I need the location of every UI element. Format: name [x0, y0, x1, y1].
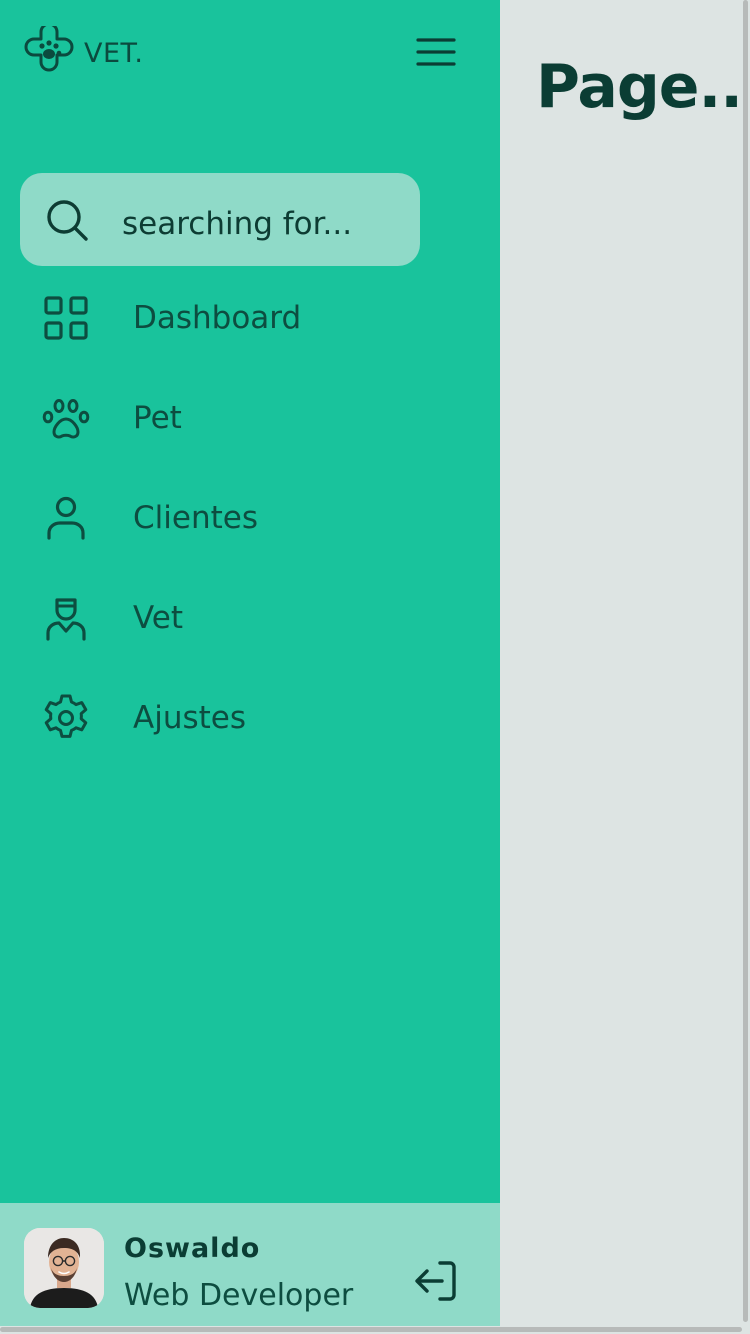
sidebar-item-vet[interactable]: Vet — [20, 570, 460, 666]
hamburger-menu-icon — [416, 38, 456, 66]
sidebar-item-dashboard[interactable]: Dashboard — [20, 270, 460, 366]
sidebar: VET. searching for... Dashboard Pet Clie… — [0, 0, 500, 1334]
vertical-scrollbar-thumb[interactable] — [743, 0, 748, 1322]
sidebar-item-label: Vet — [133, 600, 184, 636]
gear-icon — [40, 692, 92, 744]
app-page: VET. searching for... Dashboard Pet Clie… — [0, 0, 750, 1334]
logout-icon — [415, 1261, 456, 1301]
search-box[interactable] — [20, 173, 420, 266]
doctor-icon — [40, 592, 92, 644]
user-icon — [40, 492, 92, 544]
user-name: Oswaldo — [124, 1233, 261, 1264]
search-icon[interactable] — [44, 197, 90, 243]
sidebar-item-label: Pet — [133, 400, 182, 436]
user-card: Oswaldo Web Developer — [0, 1203, 500, 1334]
horizontal-scrollbar[interactable] — [0, 1326, 750, 1334]
sidebar-item-label: Ajustes — [133, 700, 246, 736]
search-input[interactable] — [122, 173, 412, 266]
paw-clover-icon — [24, 26, 74, 72]
sidebar-item-label: Clientes — [133, 500, 258, 536]
sidebar-item-pet[interactable]: Pet — [20, 370, 460, 466]
paw-icon — [40, 392, 92, 444]
avatar[interactable] — [24, 1228, 104, 1308]
brand-logo[interactable]: VET. — [20, 26, 143, 80]
vertical-scrollbar[interactable] — [742, 0, 750, 1326]
sidebar-item-ajustes[interactable]: Ajustes — [20, 670, 460, 766]
grid-icon — [40, 292, 92, 344]
sidebar-item-clientes[interactable]: Clientes — [20, 470, 460, 566]
brand-name: VET. — [84, 37, 144, 69]
user-role: Web Developer — [124, 1278, 354, 1313]
logout-button[interactable] — [412, 1257, 460, 1305]
menu-toggle-button[interactable] — [412, 32, 460, 72]
page-title: Page... — [536, 52, 750, 123]
sidebar-item-label: Dashboard — [133, 300, 302, 336]
horizontal-scrollbar-thumb[interactable] — [0, 1327, 742, 1332]
